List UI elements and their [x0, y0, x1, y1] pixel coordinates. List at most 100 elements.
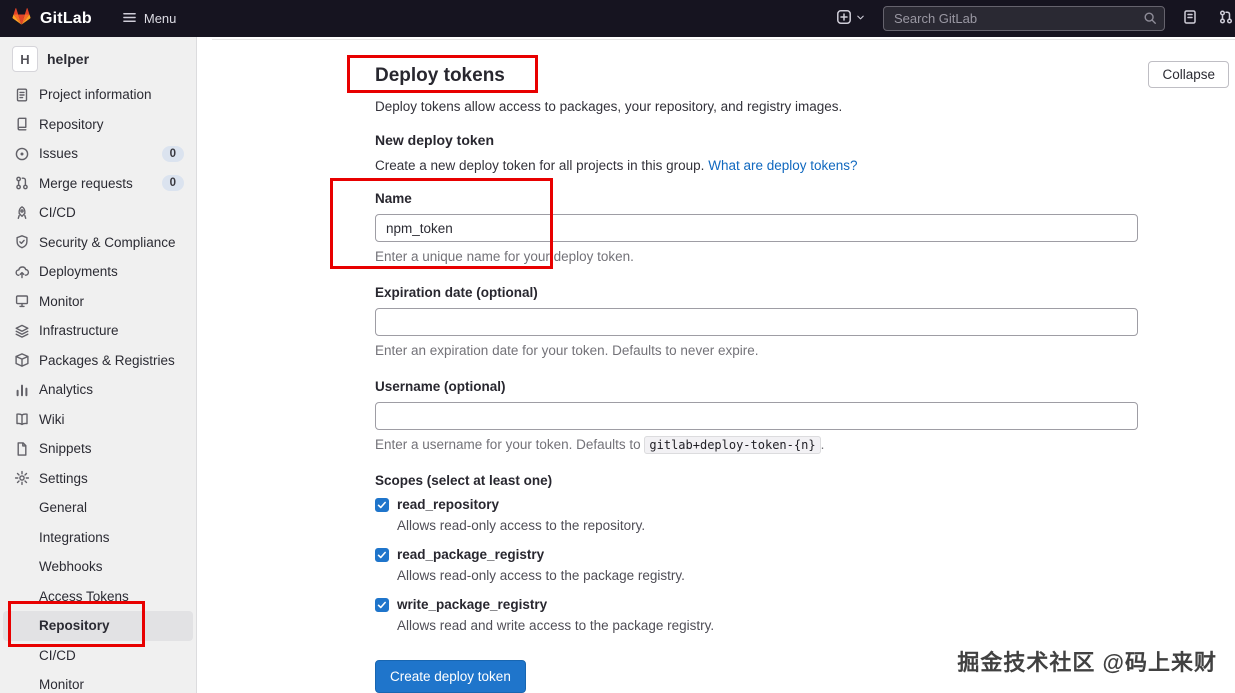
- sidebar-item-deployments[interactable]: Deployments: [0, 257, 196, 287]
- name-input[interactable]: [375, 214, 1138, 242]
- username-input[interactable]: [375, 402, 1138, 430]
- analytics-icon: [14, 382, 30, 398]
- chevron-down-icon: [855, 11, 866, 26]
- brand-name: GitLab: [40, 9, 92, 27]
- expiration-date-input[interactable]: [375, 308, 1138, 336]
- sidebar-item-label: Project information: [39, 87, 152, 103]
- gear-icon: [14, 470, 30, 486]
- sidebar-item-ci-cd[interactable]: CI/CD: [0, 198, 196, 228]
- token-default-code: gitlab+deploy-token-{n}: [644, 436, 821, 454]
- sidebar-item-label: Merge requests: [39, 175, 133, 191]
- gitlab-deploy-tokens-page: GitLab Menu Search GitLab H helper Proje…: [0, 0, 1235, 693]
- scope-description: Allows read-only access to the repositor…: [397, 518, 646, 533]
- username-label: Username (optional): [375, 379, 506, 394]
- scope-name[interactable]: read_repository: [397, 497, 499, 512]
- scope-description: Allows read and write access to the pack…: [397, 618, 715, 633]
- sidebar-item-label: Monitor: [39, 293, 85, 309]
- issues-count-badge: 0: [161, 145, 184, 162]
- gitlab-home-link[interactable]: GitLab: [10, 5, 92, 32]
- sidebar-item-infrastructure[interactable]: Infrastructure: [0, 316, 196, 346]
- what-are-deploy-tokens-link[interactable]: What are deploy tokens?: [708, 158, 857, 173]
- username-help-suffix: .: [820, 437, 825, 452]
- sidebar-item-repository[interactable]: Repository: [0, 110, 196, 140]
- sidebar-subitem-general[interactable]: General: [0, 493, 196, 523]
- sidebar-subitem-integrations[interactable]: Integrations: [0, 523, 196, 553]
- new-deploy-token-description: Create a new deploy token for all projec…: [375, 158, 1138, 173]
- sidebar-subitem-access-tokens[interactable]: Access Tokens: [0, 582, 196, 612]
- left-sidebar: H helper Project information Repository …: [0, 37, 197, 693]
- ci-cd-icon: [14, 205, 30, 221]
- deployments-icon: [14, 264, 30, 280]
- write-package-registry-checkbox[interactable]: [375, 598, 389, 612]
- name-help-text: Enter a unique name for your deploy toke…: [375, 249, 634, 264]
- wiki-icon: [14, 411, 30, 427]
- sidebar-item-label: Infrastructure: [39, 323, 119, 339]
- project-name: helper: [47, 51, 90, 67]
- issues-icon: [14, 146, 30, 162]
- plus-menu-icon: [836, 9, 852, 28]
- sidebar-item-label: Issues: [39, 146, 79, 162]
- package-icon: [14, 352, 30, 368]
- name-field: Name Enter a unique name for your deploy…: [375, 191, 1138, 264]
- hamburger-icon: [122, 10, 137, 28]
- sidebar-item-issues[interactable]: Issues 0: [0, 139, 196, 169]
- search-input[interactable]: [883, 6, 1165, 31]
- top-navbar: GitLab Menu: [0, 0, 1235, 37]
- merge-request-icon-button[interactable]: [1215, 7, 1235, 30]
- scopes-field: Scopes (select at least one) read_reposi…: [375, 473, 1138, 633]
- sidebar-item-label: Deployments: [39, 264, 118, 280]
- expiration-date-label: Expiration date (optional): [375, 285, 538, 300]
- sidebar-item-settings[interactable]: Settings: [0, 464, 196, 494]
- username-field: Username (optional) Enter a username for…: [375, 379, 1138, 454]
- clipboard-icon-button[interactable]: [1180, 7, 1200, 30]
- merge-requests-icon: [14, 175, 30, 191]
- sidebar-item-analytics[interactable]: Analytics: [0, 375, 196, 405]
- sidebar-item-label: Packages & Registries: [39, 352, 175, 368]
- sidebar-item-label: Analytics: [39, 382, 94, 398]
- username-help-prefix: Enter a username for your token. Default…: [375, 437, 645, 452]
- scope-write-package-registry: write_package_registry Allows read and w…: [375, 596, 1138, 633]
- sidebar-item-project-information[interactable]: Project information: [0, 80, 196, 110]
- new-menu-button[interactable]: [834, 7, 868, 30]
- sidebar-item-label: CI/CD: [39, 205, 76, 221]
- clipboard-icon: [1182, 9, 1198, 28]
- sidebar-item-snippets[interactable]: Snippets: [0, 434, 196, 464]
- sidebar-item-label: Security & Compliance: [39, 234, 176, 250]
- sidebar-item-label: Snippets: [39, 441, 92, 457]
- sidebar-item-label: Settings: [39, 470, 88, 486]
- sidebar-item-merge-requests[interactable]: Merge requests 0: [0, 169, 196, 199]
- menu-button[interactable]: Menu: [122, 10, 176, 28]
- read-repository-checkbox[interactable]: [375, 498, 389, 512]
- scope-name[interactable]: write_package_registry: [397, 597, 547, 612]
- sidebar-item-security-compliance[interactable]: Security & Compliance: [0, 228, 196, 258]
- snippets-icon: [14, 441, 30, 457]
- sidebar-item-label: Wiki: [39, 411, 65, 427]
- sidebar-subitem-repository[interactable]: Repository: [3, 611, 193, 641]
- project-information-icon: [14, 87, 30, 103]
- project-avatar: H: [12, 46, 38, 72]
- search-icon: [1143, 11, 1157, 30]
- sidebar-item-wiki[interactable]: Wiki: [0, 405, 196, 435]
- sidebar-item-monitor[interactable]: Monitor: [0, 287, 196, 317]
- scope-name[interactable]: read_package_registry: [397, 547, 544, 562]
- create-deploy-token-button[interactable]: Create deploy token: [375, 660, 526, 693]
- username-help-text: Enter a username for your token. Default…: [375, 436, 1138, 454]
- page-title: Deploy tokens: [375, 65, 505, 86]
- scope-read-package-registry: read_package_registry Allows read-only a…: [375, 546, 1138, 583]
- name-label: Name: [375, 191, 412, 206]
- monitor-icon: [14, 293, 30, 309]
- global-search: [883, 6, 1165, 31]
- repository-icon: [14, 116, 30, 132]
- main-content: Collapse Deploy tokens Deploy tokens all…: [197, 37, 1235, 693]
- expiration-date-field: Expiration date (optional) Enter an expi…: [375, 285, 1138, 358]
- merge-request-icon: [1217, 9, 1235, 28]
- sidebar-subitem-ci-cd[interactable]: CI/CD: [0, 641, 196, 671]
- shield-icon: [14, 234, 30, 250]
- sidebar-subitem-webhooks[interactable]: Webhooks: [0, 552, 196, 582]
- project-context-switcher[interactable]: H helper: [0, 37, 196, 80]
- sidebar-nav: Project information Repository Issues 0 …: [0, 80, 196, 693]
- read-package-registry-checkbox[interactable]: [375, 548, 389, 562]
- gitlab-tanuki-icon: [10, 5, 33, 32]
- sidebar-item-packages-registries[interactable]: Packages & Registries: [0, 346, 196, 376]
- sidebar-subitem-monitor[interactable]: Monitor: [0, 670, 196, 693]
